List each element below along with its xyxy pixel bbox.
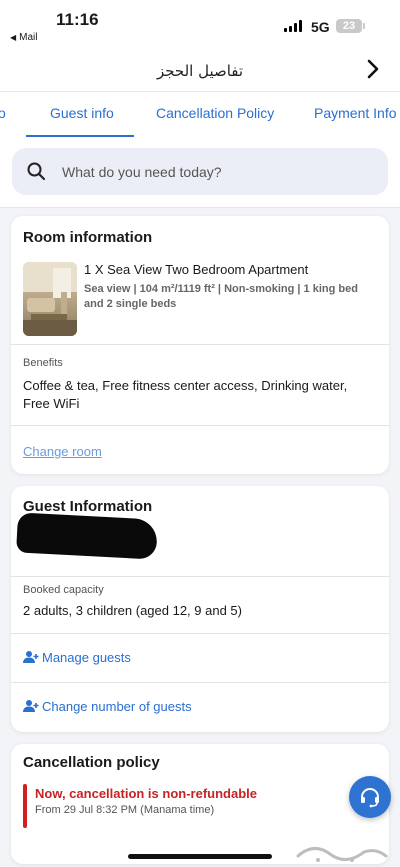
cancellation-title: Cancellation policy: [23, 754, 160, 771]
search-bar[interactable]: [12, 148, 388, 195]
back-arrow-icon: ◀: [10, 33, 17, 42]
redacted-guest-name: [16, 512, 158, 560]
page-title: تفاصيل الحجز: [156, 62, 244, 80]
booked-capacity-label: Booked capacity: [23, 584, 104, 596]
divider: [11, 576, 389, 577]
person-icon: [23, 700, 39, 712]
signal-icon: [284, 20, 302, 32]
guest-information-card: Guest Information Booked capacity 2 adul…: [11, 486, 389, 732]
change-number-of-guests-link[interactable]: Change number of guests: [23, 699, 192, 714]
policy-status-bar: [23, 784, 27, 828]
benefits-label: Benefits: [23, 357, 63, 369]
booked-capacity-value: 2 adults, 3 children (aged 12, 9 and 5): [23, 603, 242, 618]
tab-bar: o Guest info Cancellation Policy Payment…: [0, 92, 400, 138]
search-section: [0, 138, 400, 208]
guest-info-title: Guest Information: [23, 498, 153, 515]
cancellation-status: Now, cancellation is non-refundable: [35, 786, 257, 801]
divider: [11, 344, 389, 345]
benefits-text: Coffee & tea, Free fitness center access…: [23, 378, 348, 411]
active-tab-indicator: [26, 135, 134, 137]
manage-guests-link[interactable]: Manage guests: [23, 650, 131, 665]
person-icon: [23, 651, 39, 663]
page-header: تفاصيل الحجز: [0, 48, 400, 92]
cancellation-date: From 29 Jul 8:32 PM (Manama time): [35, 804, 215, 816]
status-bar: 11:16 ◀ Mail 5G 23: [0, 0, 400, 48]
tab-payment-info[interactable]: Payment Info: [314, 105, 397, 121]
watermark-logo: [296, 847, 388, 862]
battery-icon: 23: [336, 19, 365, 33]
tab-guest-info[interactable]: Guest info: [50, 105, 114, 121]
tab-cancellation-policy[interactable]: Cancellation Policy: [156, 105, 274, 121]
room-thumbnail[interactable]: [23, 262, 77, 336]
divider: [11, 633, 389, 634]
change-number-label: Change number of guests: [42, 699, 192, 714]
status-time: 11:16: [56, 10, 99, 29]
search-input[interactable]: [62, 148, 362, 195]
divider: [11, 682, 389, 683]
back-to-app[interactable]: ◀ Mail: [10, 32, 38, 43]
room-details: Sea view | 104 m²/1119 ft² | Non-smoking…: [84, 283, 358, 310]
network-type: 5G: [311, 19, 330, 35]
change-room-link[interactable]: Change room: [23, 444, 102, 459]
room-info-title: Room information: [23, 229, 153, 246]
headset-icon: [361, 788, 379, 808]
back-app-label: Mail: [19, 32, 38, 43]
room-name: 1 X Sea View Two Bedroom Apartment: [84, 262, 309, 277]
room-information-card: Room information 1 X Sea View Two Bedroo…: [11, 216, 389, 474]
home-indicator: [128, 854, 272, 859]
tab-previous[interactable]: o: [0, 105, 6, 121]
search-icon: [27, 162, 46, 181]
manage-guests-label: Manage guests: [42, 650, 131, 665]
chevron-right-icon[interactable]: [362, 58, 384, 80]
customer-support-button[interactable]: [349, 776, 391, 818]
divider: [11, 425, 389, 426]
